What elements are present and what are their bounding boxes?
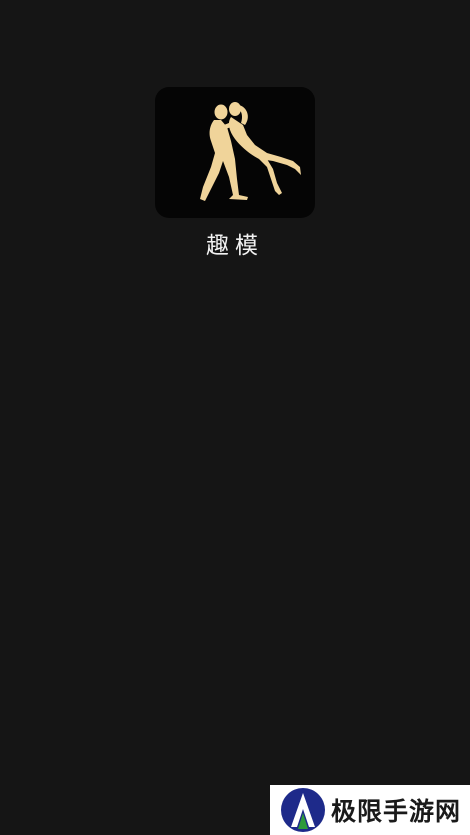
watermark-logo-icon bbox=[280, 787, 326, 833]
dancing-couple-icon bbox=[200, 102, 301, 201]
watermark: 极限手游网 bbox=[270, 785, 470, 835]
app-name-label: 趣模 bbox=[206, 233, 264, 259]
watermark-text: 极限手游网 bbox=[331, 797, 462, 826]
app-icon[interactable] bbox=[155, 87, 315, 218]
